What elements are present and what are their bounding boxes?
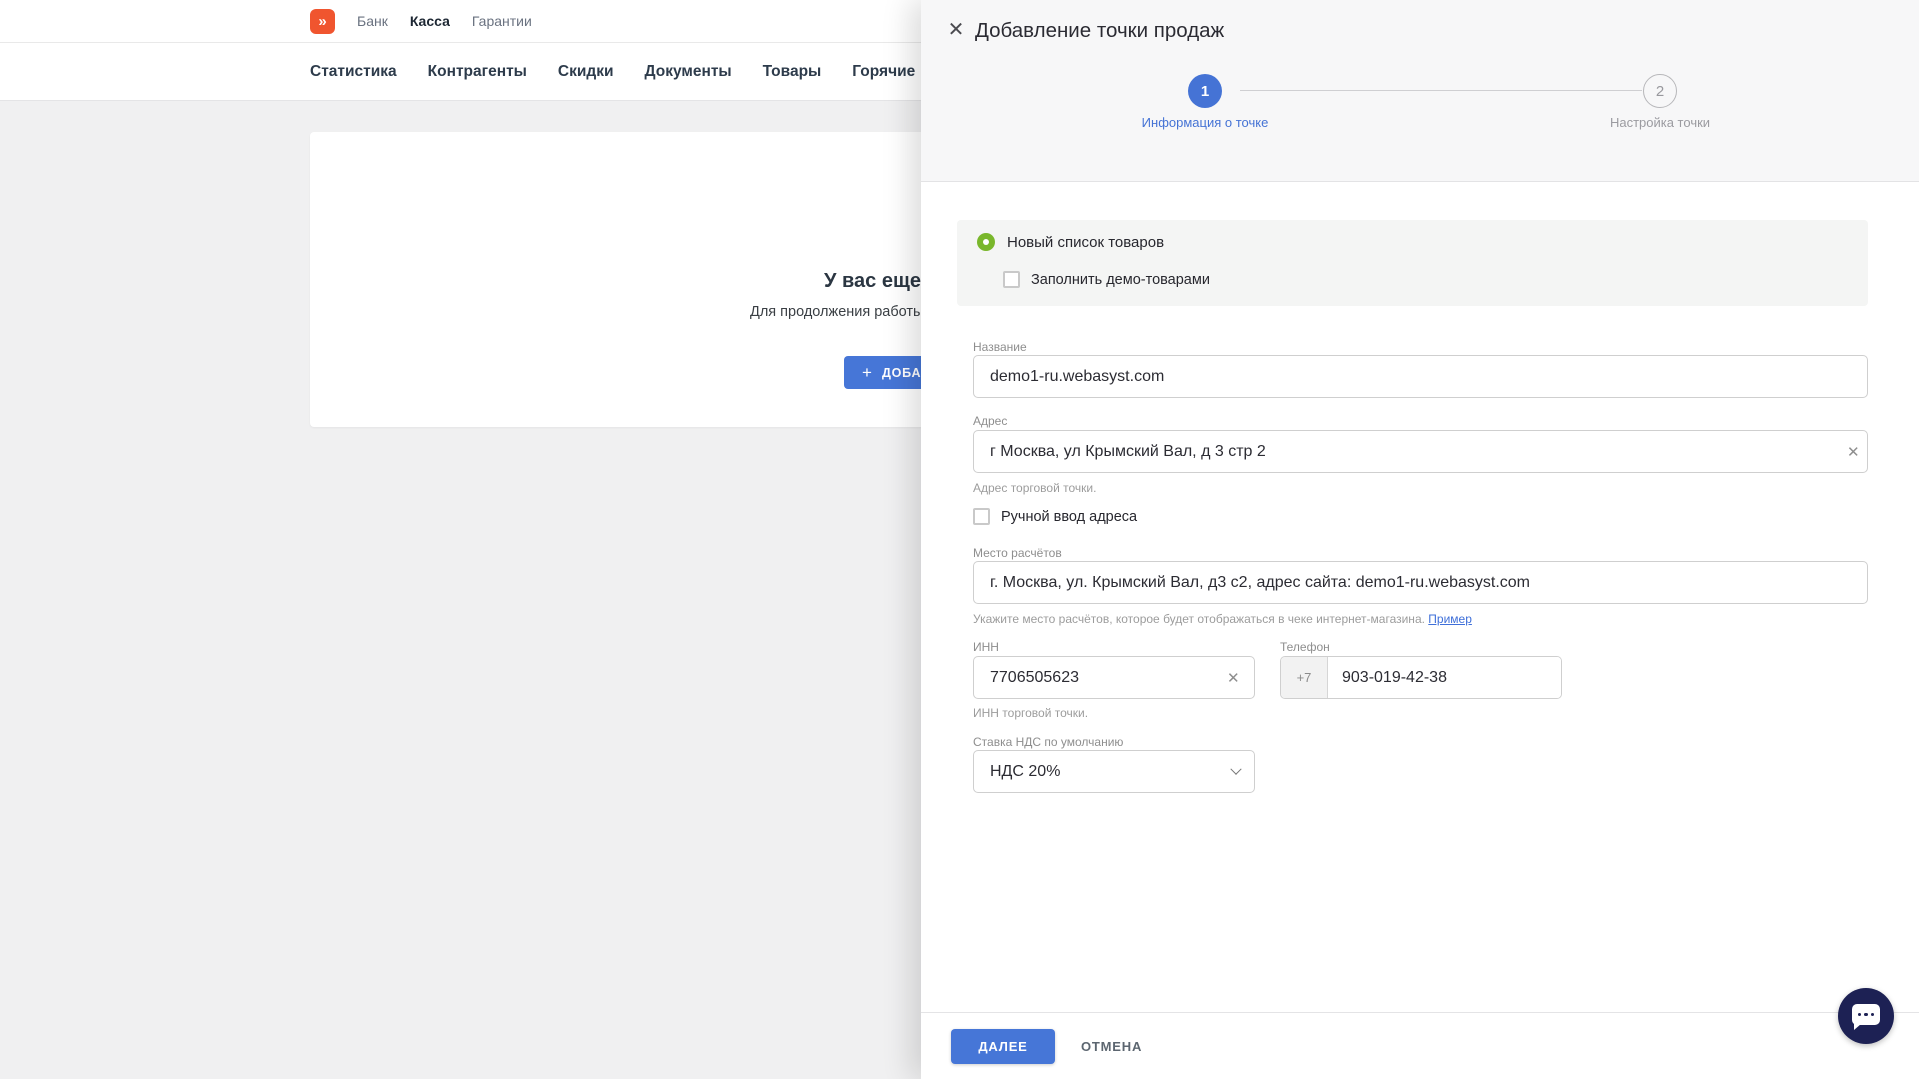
new-product-list-radio[interactable]: Новый список товаров xyxy=(977,233,1164,251)
demo-products-checkbox[interactable]: Заполнить демо-товарами xyxy=(1003,271,1210,288)
next-button[interactable]: ДАЛЕЕ xyxy=(951,1029,1055,1064)
product-switcher: Банк Касса Гарантии xyxy=(357,0,532,42)
tab-discounts[interactable]: Скидки xyxy=(558,63,614,81)
add-sales-point-panel: ✕ Добавление точки продаж 1 2 Информация… xyxy=(921,0,1919,1079)
tab-statistics[interactable]: Статистика xyxy=(310,63,397,81)
app-logo-icon[interactable]: » xyxy=(310,9,335,34)
chat-dot xyxy=(1858,1013,1862,1017)
address-hint: Адрес торговой точки. xyxy=(973,481,1096,495)
new-product-list-label: Новый список товаров xyxy=(1007,234,1164,251)
stepper-step-1[interactable]: 1 xyxy=(1188,74,1222,108)
vat-select[interactable]: НДС 20% xyxy=(973,750,1255,793)
product-link-garantii[interactable]: Гарантии xyxy=(472,13,532,29)
tab-products[interactable]: Товары xyxy=(763,63,822,81)
address-input[interactable] xyxy=(973,430,1868,473)
app-root: » Банк Касса Гарантии Статистика Контраг… xyxy=(0,0,1919,1079)
name-field-label: Название xyxy=(973,340,1027,354)
name-input[interactable] xyxy=(973,355,1868,398)
phone-country-prefix: +7 xyxy=(1281,657,1328,698)
cancel-button[interactable]: ОТМЕНА xyxy=(1081,1039,1142,1054)
empty-state-title: У вас еще xyxy=(824,270,921,293)
panel-header: ✕ Добавление точки продаж 1 2 Информация… xyxy=(921,0,1919,182)
inn-field-label: ИНН xyxy=(973,640,999,654)
phone-input-group: +7 xyxy=(1280,656,1562,699)
manual-address-label: Ручной ввод адреса xyxy=(1001,509,1137,525)
panel-title: Добавление точки продаж xyxy=(975,19,1224,43)
stepper-label-2: Настройка точки xyxy=(1540,115,1780,130)
vat-field-label: Ставка НДС по умолчанию xyxy=(973,735,1123,749)
settlement-field-label: Место расчётов xyxy=(973,546,1062,560)
phone-field-label: Телефон xyxy=(1280,640,1330,654)
phone-input[interactable] xyxy=(1328,657,1561,698)
checkbox-unchecked-icon xyxy=(1003,271,1020,288)
settlement-hint-text: Укажите место расчётов, которое будет от… xyxy=(973,612,1425,626)
empty-state-subtitle: Для продолжения работы xyxy=(750,304,923,320)
manual-address-checkbox[interactable]: Ручной ввод адреса xyxy=(973,508,1137,525)
settlement-input[interactable] xyxy=(973,561,1868,604)
chat-dot xyxy=(1864,1013,1868,1017)
inn-clear-icon[interactable]: ✕ xyxy=(1227,671,1240,686)
nav-tabs: Статистика Контрагенты Скидки Документы … xyxy=(310,43,915,100)
product-link-kassa[interactable]: Касса xyxy=(410,13,450,29)
chat-bubble-icon xyxy=(1852,1004,1880,1025)
panel-footer: ДАЛЕЕ ОТМЕНА xyxy=(921,1012,1919,1079)
stepper-label-1: Информация о точке xyxy=(1085,115,1325,130)
tab-counterparties[interactable]: Контрагенты xyxy=(428,63,527,81)
address-clear-icon[interactable]: ✕ xyxy=(1847,445,1860,460)
stepper-step-2[interactable]: 2 xyxy=(1643,74,1677,108)
checkbox-unchecked-icon xyxy=(973,508,990,525)
vat-select-value: НДС 20% xyxy=(990,763,1060,781)
address-field-label: Адрес xyxy=(973,414,1007,428)
close-icon[interactable]: ✕ xyxy=(941,14,971,44)
panel-body: Новый список товаров Заполнить демо-това… xyxy=(921,182,1919,1012)
inn-hint: ИНН торговой точки. xyxy=(973,706,1088,720)
radio-selected-icon xyxy=(977,233,995,251)
tab-documents[interactable]: Документы xyxy=(645,63,732,81)
support-chat-button[interactable] xyxy=(1838,988,1894,1044)
example-link[interactable]: Пример xyxy=(1428,612,1472,626)
stepper-connector xyxy=(1240,90,1642,91)
product-link-bank[interactable]: Банк xyxy=(357,13,388,29)
settlement-hint: Укажите место расчётов, которое будет от… xyxy=(973,612,1472,626)
tab-hotkeys[interactable]: Горячие xyxy=(852,63,915,81)
plus-icon: + xyxy=(862,364,872,381)
chevron-down-icon xyxy=(1230,763,1241,774)
inn-input[interactable] xyxy=(973,656,1255,699)
chat-dot xyxy=(1871,1013,1875,1017)
demo-products-label: Заполнить демо-товарами xyxy=(1031,272,1210,288)
product-list-options: Новый список товаров Заполнить демо-това… xyxy=(957,220,1868,306)
